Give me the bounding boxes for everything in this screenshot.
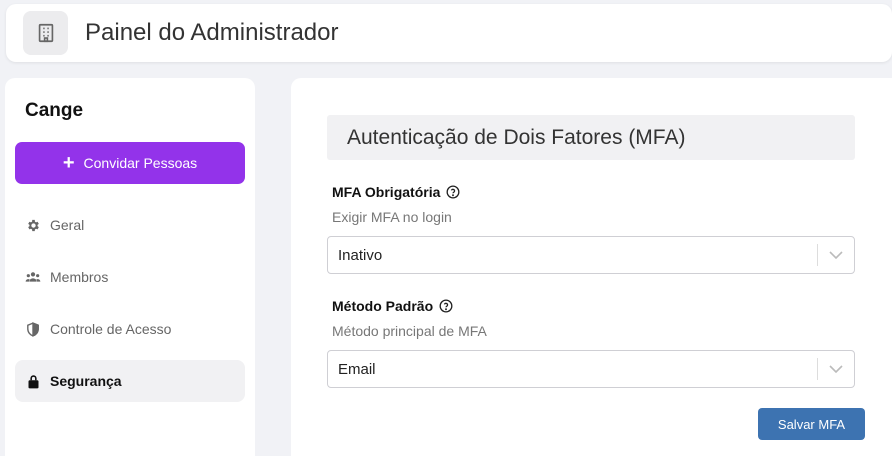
sidebar: Cange + Convidar Pessoas Geral Membros C… bbox=[5, 78, 255, 456]
sidebar-item-access-control[interactable]: Controle de Acesso bbox=[15, 308, 245, 350]
field-label-text: MFA Obrigatória bbox=[332, 184, 441, 200]
shield-icon bbox=[25, 321, 41, 337]
help-icon[interactable] bbox=[439, 299, 453, 313]
sidebar-item-security[interactable]: Segurança bbox=[15, 360, 245, 402]
default-method-label: Método Padrão bbox=[332, 298, 453, 314]
mfa-required-label: MFA Obrigatória bbox=[332, 184, 460, 200]
gear-icon bbox=[25, 217, 41, 233]
sidebar-item-label: Membros bbox=[50, 269, 109, 285]
help-icon[interactable] bbox=[446, 185, 460, 199]
lock-icon bbox=[25, 373, 41, 389]
chevron-down-icon bbox=[818, 251, 854, 259]
select-value: Inativo bbox=[338, 246, 383, 264]
sidebar-item-general[interactable]: Geral bbox=[15, 204, 245, 246]
sidebar-item-label: Segurança bbox=[50, 373, 122, 389]
invite-people-button[interactable]: + Convidar Pessoas bbox=[15, 142, 245, 184]
page-title: Painel do Administrador bbox=[85, 19, 339, 46]
sidebar-item-members[interactable]: Membros bbox=[15, 256, 245, 298]
users-icon bbox=[25, 269, 41, 285]
save-mfa-button[interactable]: Salvar MFA bbox=[758, 408, 865, 440]
section-title: Autenticação de Dois Fatores (MFA) bbox=[327, 115, 855, 160]
mfa-required-help: Exigir MFA no login bbox=[332, 209, 452, 225]
invite-people-label: Convidar Pessoas bbox=[83, 155, 198, 171]
mfa-required-select[interactable]: Inativo bbox=[327, 236, 855, 274]
sidebar-item-label: Geral bbox=[50, 217, 85, 233]
building-icon bbox=[23, 11, 68, 55]
field-label-text: Método Padrão bbox=[332, 298, 434, 314]
default-method-help: Método principal de MFA bbox=[332, 323, 487, 339]
organization-name: Cange bbox=[25, 100, 84, 121]
plus-icon: + bbox=[62, 152, 75, 174]
main-panel: Autenticação de Dois Fatores (MFA) MFA O… bbox=[291, 78, 892, 456]
sidebar-item-label: Controle de Acesso bbox=[50, 321, 172, 337]
top-bar: Painel do Administrador bbox=[6, 4, 892, 62]
select-value: Email bbox=[338, 360, 376, 378]
default-method-select[interactable]: Email bbox=[327, 350, 855, 388]
chevron-down-icon bbox=[818, 365, 854, 373]
